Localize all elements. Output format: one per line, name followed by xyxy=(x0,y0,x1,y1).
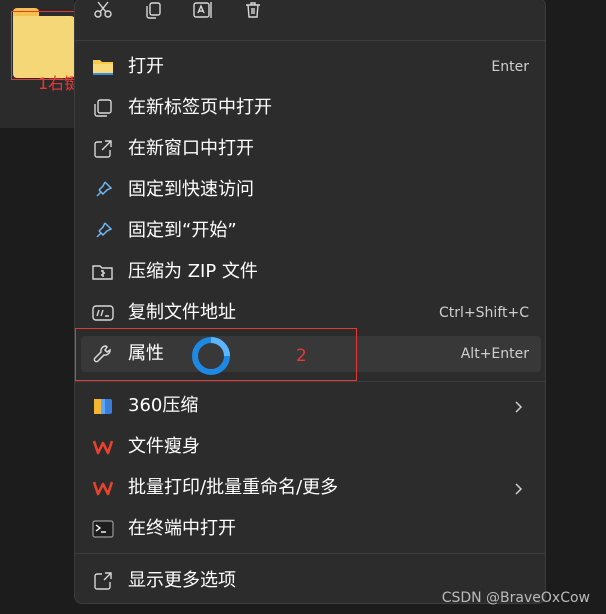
watermark: CSDN @BraveOxCow xyxy=(441,590,590,606)
menu-item-label: 固定到“开始” xyxy=(128,220,237,241)
menu-item-shortcut: Enter xyxy=(491,59,529,75)
menu-item-pin-start[interactable]: 固定到“开始” xyxy=(81,213,541,249)
menu-item-label: 在新窗口中打开 xyxy=(128,138,254,159)
menu-item-label: 批量打印/批量重命名/更多 xyxy=(128,477,339,498)
menu-item-open-new-window[interactable]: 在新窗口中打开 xyxy=(81,131,541,167)
divider xyxy=(75,553,545,554)
menu-item-label: 复制文件地址 xyxy=(128,302,236,323)
divider xyxy=(75,40,545,41)
copy-path-icon xyxy=(92,302,114,324)
pin-icon xyxy=(92,220,114,242)
delete-icon[interactable] xyxy=(242,0,264,21)
menu-item-label: 显示更多选项 xyxy=(128,570,236,591)
menu-item-label: 打开 xyxy=(128,56,164,77)
loading-cursor-icon xyxy=(188,333,234,379)
menu-item-label: 固定到快速访问 xyxy=(128,179,254,200)
menu-item-open[interactable]: 打开 Enter xyxy=(81,49,541,85)
copy-icon[interactable] xyxy=(142,0,164,21)
menu-item-file-slim[interactable]: 文件瘦身 xyxy=(81,429,541,465)
wps-icon xyxy=(92,436,114,458)
menu-item-copy-path[interactable]: 复制文件地址 Ctrl+Shift+C xyxy=(81,295,541,331)
zip-icon xyxy=(92,261,114,283)
context-menu: 打开 Enter 在新标签页中打开 在新窗口中打开 固定到快速访问 固定到“开始… xyxy=(74,0,546,604)
menu-item-label: 文件瘦身 xyxy=(128,436,200,457)
menu-item-batch-more[interactable]: 批量打印/批量重命名/更多 xyxy=(81,470,541,506)
menu-item-label: 在终端中打开 xyxy=(128,518,236,539)
new-tab-icon xyxy=(92,97,114,119)
menu-item-label: 360压缩 xyxy=(128,395,199,416)
menu-item-shortcut: Alt+Enter xyxy=(460,346,529,362)
context-toolbar xyxy=(75,0,545,37)
menu-item-shortcut: Ctrl+Shift+C xyxy=(439,305,529,321)
chevron-right-icon xyxy=(511,399,525,413)
rename-icon[interactable] xyxy=(192,0,214,21)
menu-item-open-terminal[interactable]: 在终端中打开 xyxy=(81,511,541,547)
pin-icon xyxy=(92,179,114,201)
archive-360-icon xyxy=(92,395,114,417)
menu-item-label: 在新标签页中打开 xyxy=(128,97,272,118)
menu-item-label: 压缩为 ZIP 文件 xyxy=(128,261,258,282)
menu-item-pin-quick-access[interactable]: 固定到快速访问 xyxy=(81,172,541,208)
divider xyxy=(75,381,545,382)
wps-icon xyxy=(92,477,114,499)
menu-item-open-new-tab[interactable]: 在新标签页中打开 xyxy=(81,90,541,126)
chevron-right-icon xyxy=(511,481,525,495)
new-window-icon xyxy=(92,138,114,160)
folder-icon xyxy=(92,56,114,78)
more-options-icon xyxy=(92,570,114,592)
menu-item-compress-zip[interactable]: 压缩为 ZIP 文件 xyxy=(81,254,541,290)
terminal-icon xyxy=(92,518,114,540)
menu-item-360-compress[interactable]: 360压缩 xyxy=(81,388,541,424)
annotation-label-step2: 2 xyxy=(296,346,307,366)
cut-icon[interactable] xyxy=(92,0,114,21)
